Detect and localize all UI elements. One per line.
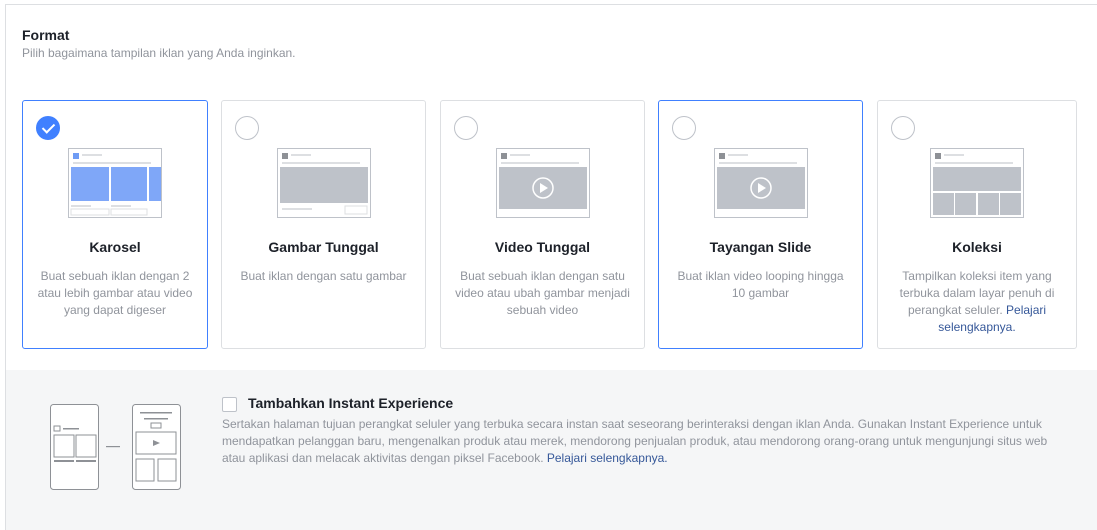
section-subtitle: Pilih bagaimana tampilan iklan yang Anda…	[22, 46, 296, 60]
radio-icon[interactable]	[891, 116, 915, 140]
slideshow-preview-icon	[713, 148, 808, 218]
format-card-slideshow[interactable]: Tayangan Slide Buat iklan video looping …	[658, 100, 863, 349]
card-title: Tayangan Slide	[709, 239, 812, 255]
card-description: Buat sebuah iklan dengan 2 atau lebih ga…	[37, 269, 193, 317]
instant-experience-description: Sertakan halaman tujuan perangkat selule…	[222, 416, 1052, 467]
card-title: Karosel	[89, 239, 141, 255]
learn-more-link[interactable]: Pelajari selengkapnya.	[547, 451, 668, 465]
card-title: Video Tunggal	[494, 239, 591, 255]
card-description: Buat iklan video looping hingga 10 gamba…	[677, 269, 844, 300]
card-description: Buat iklan dengan satu gambar	[240, 269, 407, 283]
collection-preview-icon	[930, 148, 1024, 218]
instant-experience-panel: Tambahkan Instant Experience Sertakan ha…	[6, 370, 1097, 530]
radio-icon[interactable]	[454, 116, 478, 140]
card-description: Tampilkan koleksi item yang terbuka dala…	[892, 268, 1062, 336]
radio-icon[interactable]	[235, 116, 259, 140]
card-title: Koleksi	[952, 239, 1002, 255]
page: Format Pilih bagaimana tampilan iklan ya…	[0, 0, 1097, 530]
video-preview-icon	[495, 148, 590, 218]
card-title: Gambar Tunggal	[268, 239, 379, 255]
checkmark-icon[interactable]	[36, 116, 60, 140]
radio-icon[interactable]	[672, 116, 696, 140]
card-description: Buat sebuah iklan dengan satu video atau…	[455, 269, 630, 317]
format-card-single-video[interactable]: Video Tunggal Buat sebuah iklan dengan s…	[440, 100, 645, 349]
section-title: Format	[22, 27, 70, 43]
instant-experience-title: Tambahkan Instant Experience	[248, 395, 454, 411]
instant-experience-illustration-icon	[50, 404, 181, 490]
carousel-preview-icon	[68, 148, 162, 218]
format-card-collection[interactable]: Koleksi Tampilkan koleksi item yang terb…	[877, 100, 1077, 349]
format-card-carousel[interactable]: Karosel Buat sebuah iklan dengan 2 atau …	[22, 100, 208, 349]
format-card-single-image[interactable]: Gambar Tunggal Buat iklan dengan satu ga…	[221, 100, 426, 349]
instant-experience-checkbox[interactable]	[222, 397, 237, 412]
single-image-preview-icon	[276, 148, 371, 218]
